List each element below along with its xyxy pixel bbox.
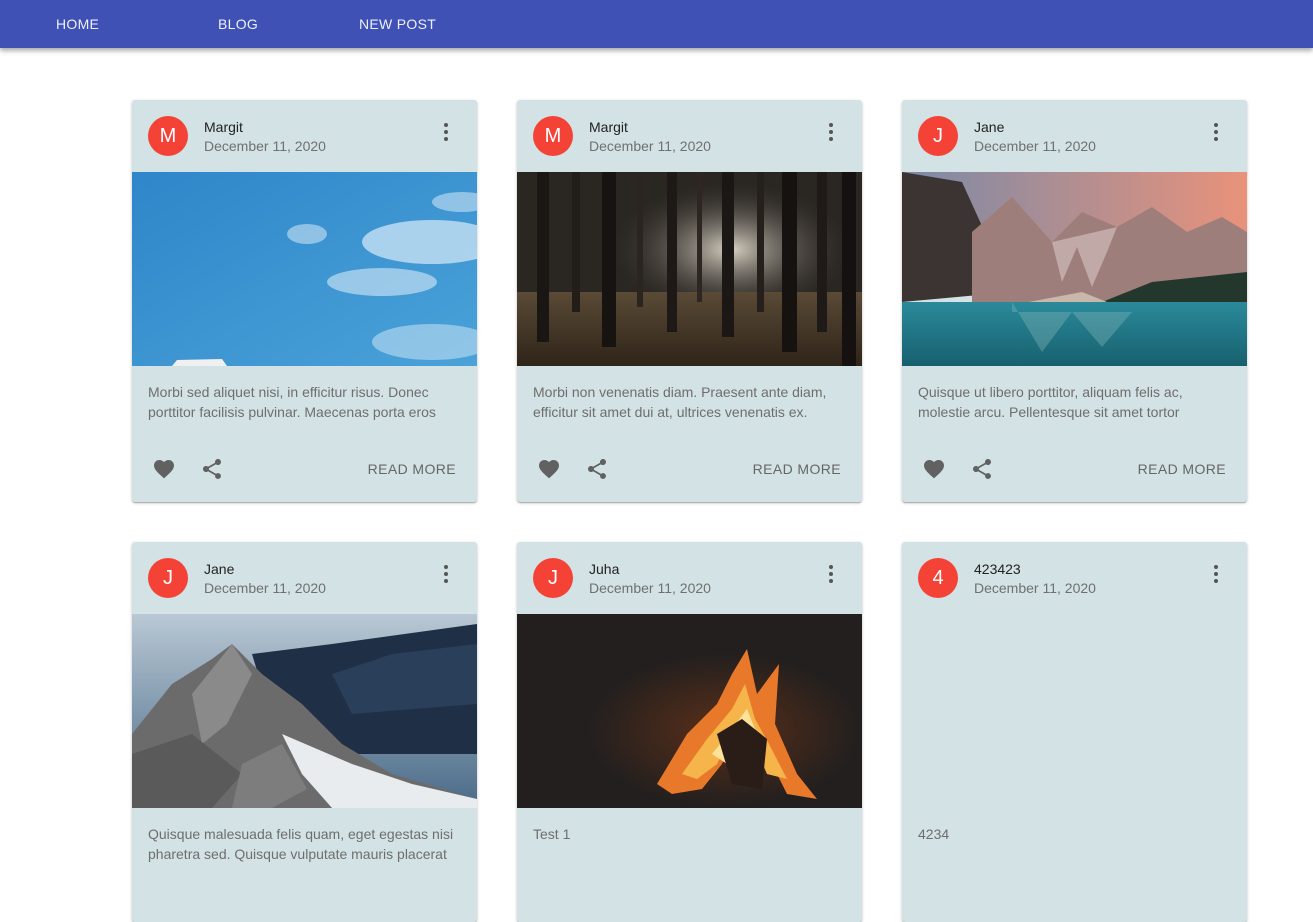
avatar: J: [148, 558, 188, 598]
post-author: Jane: [204, 561, 235, 577]
post-author: 423423: [974, 561, 1021, 577]
more-vert-icon[interactable]: [433, 120, 457, 144]
post-image-mountain-lake: [902, 172, 1247, 366]
post-card: J Jane December 11, 2020 Quisque ut libe…: [902, 100, 1247, 502]
post-date: December 11, 2020: [974, 138, 1096, 154]
favorite-icon[interactable]: [152, 457, 176, 481]
more-vert-icon[interactable]: [1203, 562, 1227, 586]
post-image-forest: [517, 172, 862, 366]
read-more-button[interactable]: READ MORE: [753, 461, 841, 477]
post-card: M Margit December 11, 2020 Morbi sed ali…: [132, 100, 477, 502]
nav-home-button[interactable]: HOME: [56, 0, 99, 48]
nav-new-post-button[interactable]: NEW POST: [359, 0, 436, 48]
post-image-sky: [132, 172, 477, 366]
post-excerpt: 4234: [918, 826, 950, 842]
avatar: M: [533, 116, 573, 156]
avatar: M: [148, 116, 188, 156]
favorite-icon[interactable]: [922, 457, 946, 481]
post-card: 4 423423 December 11, 2020 4234: [902, 542, 1247, 922]
post-image-rocky-peak: [132, 614, 477, 808]
avatar: J: [918, 116, 958, 156]
read-more-button[interactable]: READ MORE: [368, 461, 456, 477]
post-date: December 11, 2020: [204, 580, 326, 596]
share-icon[interactable]: [200, 457, 224, 481]
more-vert-icon[interactable]: [818, 562, 842, 586]
avatar: 4: [918, 558, 958, 598]
more-vert-icon[interactable]: [1203, 120, 1227, 144]
post-card: J Juha December 11, 2020 Test 1: [517, 542, 862, 922]
post-image-campfire: [517, 614, 862, 808]
post-date: December 11, 2020: [204, 138, 326, 154]
post-author: Jane: [974, 119, 1005, 135]
post-card: M Margit December 11, 2020 Morbi non ven…: [517, 100, 862, 502]
post-date: December 11, 2020: [974, 580, 1096, 596]
read-more-button[interactable]: READ MORE: [1138, 461, 1226, 477]
nav-blog-button[interactable]: BLOG: [218, 0, 258, 48]
app-bar: HOME BLOG NEW POST: [0, 0, 1313, 48]
favorite-icon[interactable]: [537, 457, 561, 481]
avatar: J: [533, 558, 573, 598]
share-icon[interactable]: [970, 457, 994, 481]
share-icon[interactable]: [585, 457, 609, 481]
post-date: December 11, 2020: [589, 580, 711, 596]
post-excerpt: Test 1: [533, 826, 571, 842]
post-excerpt: Morbi sed aliquet nisi, in efficitur ris…: [148, 384, 436, 420]
post-author: Margit: [589, 119, 628, 135]
more-vert-icon[interactable]: [433, 562, 457, 586]
post-excerpt: Quisque malesuada felis quam, eget egest…: [148, 826, 454, 862]
post-card: J Jane December 11, 2020 Quisque malesua…: [132, 542, 477, 922]
more-vert-icon[interactable]: [818, 120, 842, 144]
post-excerpt: Morbi non venenatis diam. Praesent ante …: [533, 384, 827, 420]
post-author: Margit: [204, 119, 243, 135]
post-date: December 11, 2020: [589, 138, 711, 154]
post-author: Juha: [589, 561, 620, 577]
post-excerpt: Quisque ut libero porttitor, aliquam fel…: [918, 384, 1183, 420]
